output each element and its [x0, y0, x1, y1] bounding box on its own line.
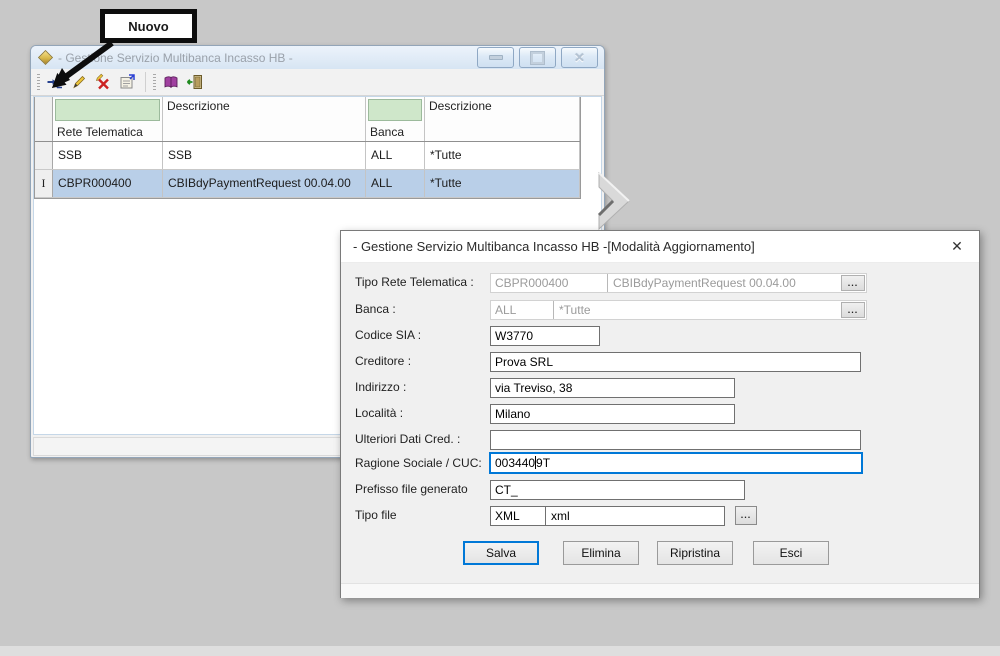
- callout-arrow: [36, 38, 126, 96]
- field-row-codice-sia: Codice SIA : W3770: [341, 326, 979, 348]
- cell-banca: ALL: [366, 170, 425, 197]
- codice-sia-input[interactable]: W3770: [490, 326, 600, 346]
- desktop-bottom-strip: [0, 646, 1000, 656]
- row-selector-cell[interactable]: [35, 142, 53, 169]
- header-label: Banca: [366, 123, 424, 141]
- banca-description: *Tutte: [554, 301, 841, 319]
- creditore-input[interactable]: Prova SRL: [490, 352, 861, 372]
- prefisso-file-input[interactable]: CT_: [490, 480, 745, 500]
- header-rete-telematica[interactable]: Rete Telematica: [53, 97, 163, 141]
- label-banca: Banca :: [355, 302, 396, 316]
- cell-descrizione-1: SSB: [163, 142, 366, 169]
- row-selector-cell[interactable]: I: [35, 170, 53, 197]
- header-descrizione-1[interactable]: Descrizione: [163, 97, 366, 141]
- banca-code: ALL: [491, 301, 554, 319]
- close-icon: ✕: [574, 51, 585, 64]
- tipo-file-field[interactable]: XML xml: [490, 506, 725, 526]
- aggiornamento-dialog: - Gestione Servizio Multibanca Incasso H…: [340, 230, 980, 598]
- esci-button[interactable]: Esci: [753, 541, 829, 565]
- help-button[interactable]: [160, 71, 182, 93]
- dialog-close-button[interactable]: ✕: [935, 231, 979, 262]
- label-prefisso: Prefisso file generato: [355, 482, 468, 496]
- label-creditore: Creditore :: [355, 354, 411, 368]
- field-row-tipo-file: Tipo file XML xml ...: [341, 506, 979, 528]
- cell-rete-telematica: CBPR000400: [53, 170, 163, 197]
- field-row-banca: Banca : ALL *Tutte ...: [341, 300, 979, 322]
- minimize-button[interactable]: [477, 47, 514, 68]
- tipo-rete-code: CBPR000400: [491, 274, 608, 292]
- tipo-file-description: xml: [546, 507, 724, 525]
- label-tipo-file: Tipo file: [355, 508, 397, 522]
- exit-door-icon: [186, 73, 204, 91]
- indirizzo-input[interactable]: via Treviso, 38: [490, 378, 735, 398]
- header-green-box: [55, 99, 160, 121]
- header-label: Descrizione: [425, 97, 579, 115]
- cell-rete-telematica: SSB: [53, 142, 163, 169]
- field-row-localita: Località : Milano: [341, 404, 979, 426]
- field-row-creditore: Creditore : Prova SRL: [341, 352, 979, 374]
- cell-banca: ALL: [366, 142, 425, 169]
- nuovo-callout-label: Nuovo: [128, 19, 168, 34]
- dialog-footer-strip: [341, 583, 979, 598]
- cell-descrizione-1: CBIBdyPaymentRequest 00.04.00: [163, 170, 366, 197]
- header-descrizione-2[interactable]: Descrizione: [425, 97, 580, 141]
- banca-field[interactable]: ALL *Tutte ...: [490, 300, 867, 320]
- salva-button[interactable]: Salva: [463, 541, 539, 565]
- dialog-titlebar[interactable]: - Gestione Servizio Multibanca Incasso H…: [341, 231, 979, 263]
- label-tipo-rete: Tipo Rete Telematica :: [355, 275, 474, 289]
- help-book-icon: [162, 73, 180, 91]
- field-row-indirizzo: Indirizzo : via Treviso, 38: [341, 378, 979, 400]
- banca-browse-button[interactable]: ...: [841, 302, 865, 318]
- header-green-box: [368, 99, 422, 121]
- label-codice-sia: Codice SIA :: [355, 328, 421, 342]
- toolbar-separator: [145, 72, 146, 92]
- header-banca[interactable]: Banca: [366, 97, 425, 141]
- header-label: Rete Telematica: [53, 123, 162, 141]
- records-table: Rete Telematica Descrizione Banca Descri…: [34, 97, 581, 199]
- exit-button[interactable]: [184, 71, 206, 93]
- ulteriori-dati-input[interactable]: [490, 430, 861, 450]
- localita-input[interactable]: Milano: [490, 404, 735, 424]
- field-row-ragione-sociale: Ragione Sociale / CUC: 0034409T: [341, 452, 979, 474]
- desktop-background: - Gestione Servizio Multibanca Incasso H…: [0, 0, 1000, 656]
- field-row-tipo-rete: Tipo Rete Telematica : CBPR000400 CBIBdy…: [341, 273, 979, 295]
- tipo-rete-browse-button[interactable]: ...: [841, 275, 865, 291]
- maximize-button[interactable]: [519, 47, 556, 68]
- ragione-sociale-input[interactable]: 0034409T: [489, 452, 863, 474]
- ripristina-button[interactable]: Ripristina: [657, 541, 733, 565]
- elimina-button[interactable]: Elimina: [563, 541, 639, 565]
- tipo-rete-field[interactable]: CBPR000400 CBIBdyPaymentRequest 00.04.00…: [490, 273, 867, 293]
- header-selector-cell: [35, 97, 53, 141]
- label-localita: Località :: [355, 406, 403, 420]
- table-row[interactable]: SSB SSB ALL *Tutte: [35, 142, 580, 170]
- dialog-title: - Gestione Servizio Multibanca Incasso H…: [353, 231, 755, 262]
- maximize-icon: [531, 52, 544, 64]
- tipo-file-code: XML: [491, 507, 546, 525]
- cell-descrizione-2: *Tutte: [425, 142, 580, 169]
- field-row-ulteriori: Ulteriori Dati Cred. :: [341, 430, 979, 452]
- cell-descrizione-2: *Tutte: [425, 170, 580, 197]
- minimize-icon: [489, 55, 503, 60]
- field-row-prefisso: Prefisso file generato CT_: [341, 480, 979, 502]
- header-label: Descrizione: [163, 97, 365, 115]
- label-indirizzo: Indirizzo :: [355, 380, 406, 394]
- tipo-rete-description: CBIBdyPaymentRequest 00.04.00: [608, 274, 841, 292]
- label-ulteriori: Ulteriori Dati Cred. :: [355, 432, 460, 446]
- label-ragione-sociale: Ragione Sociale / CUC:: [355, 456, 482, 470]
- table-row[interactable]: I CBPR000400 CBIBdyPaymentRequest 00.04.…: [35, 170, 580, 198]
- tipo-file-browse-button[interactable]: ...: [735, 506, 757, 525]
- table-header-row: Rete Telematica Descrizione Banca Descri…: [35, 97, 580, 142]
- toolbar-grip-2[interactable]: [153, 74, 156, 90]
- expand-chevron-decoration: [596, 170, 642, 232]
- close-button[interactable]: ✕: [561, 47, 598, 68]
